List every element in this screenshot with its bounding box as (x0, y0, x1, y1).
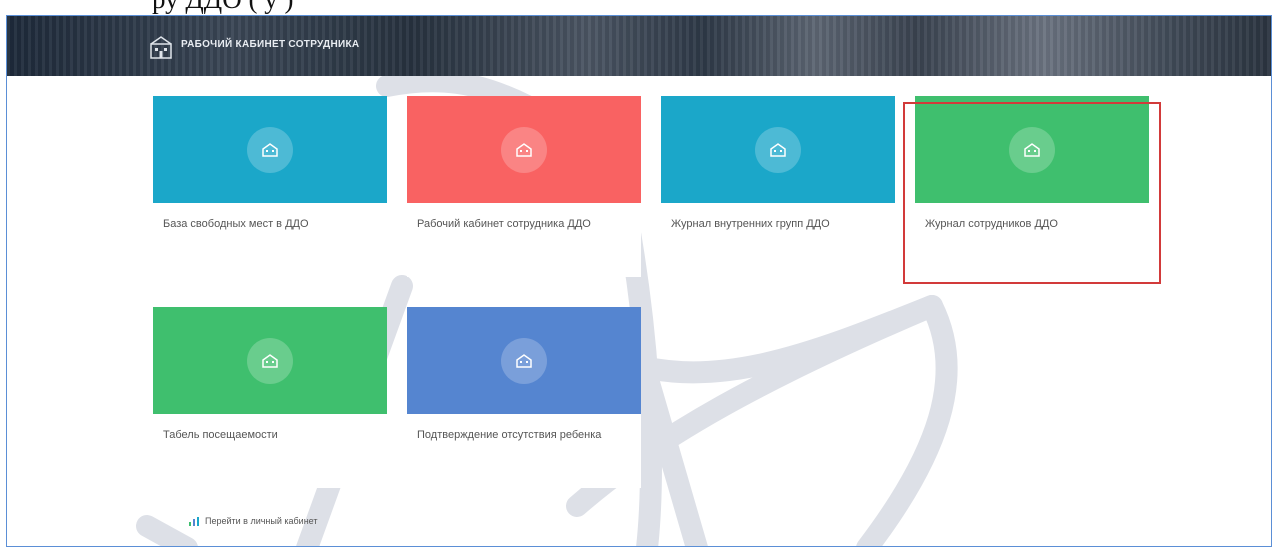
tile-absence-confirmation[interactable]: Подтверждение отсутствия ребенка (407, 307, 641, 488)
selection-highlight (903, 102, 1161, 284)
tile-banner (153, 307, 387, 414)
tile-banner (153, 96, 387, 203)
tile-label: База свободных мест в ДДО (163, 218, 309, 230)
tile-banner (407, 96, 641, 203)
building-icon (755, 126, 801, 173)
chart-bars-icon (189, 516, 199, 526)
tile-banner (407, 307, 641, 414)
tile-internal-groups[interactable]: Журнал внутренних групп ДДО (661, 96, 895, 277)
personal-cabinet-link[interactable]: Перейти в личный кабинет (189, 516, 318, 526)
footer-link-label: Перейти в личный кабинет (205, 516, 318, 526)
tile-label: Рабочий кабинет сотрудника ДДО (417, 218, 591, 230)
building-icon (247, 337, 293, 384)
building-icon (247, 126, 293, 173)
tile-attendance[interactable]: Табель посещаемости (153, 307, 387, 488)
tile-label: Журнал внутренних групп ДДО (671, 218, 830, 230)
browser-frame: РАБОЧИЙ КАБИНЕТ СОТРУДНИКА База свободны… (6, 15, 1272, 547)
header-title[interactable]: РАБОЧИЙ КАБИНЕТ СОТРУДНИКА (181, 39, 359, 50)
building-logo-icon (150, 36, 172, 59)
building-icon (501, 126, 547, 173)
tile-banner (661, 96, 895, 203)
caption-text: ру ДДО ( у ) (152, 0, 293, 15)
tile-label: Подтверждение отсутствия ребенка (417, 429, 602, 441)
tile-label: Табель посещаемости (163, 429, 278, 441)
building-icon (501, 337, 547, 384)
tile-employee-cabinet[interactable]: Рабочий кабинет сотрудника ДДО (407, 96, 641, 277)
document-caption: ру ДДО ( у ) (0, 0, 1276, 16)
tile-free-places[interactable]: База свободных мест в ДДО (153, 96, 387, 277)
